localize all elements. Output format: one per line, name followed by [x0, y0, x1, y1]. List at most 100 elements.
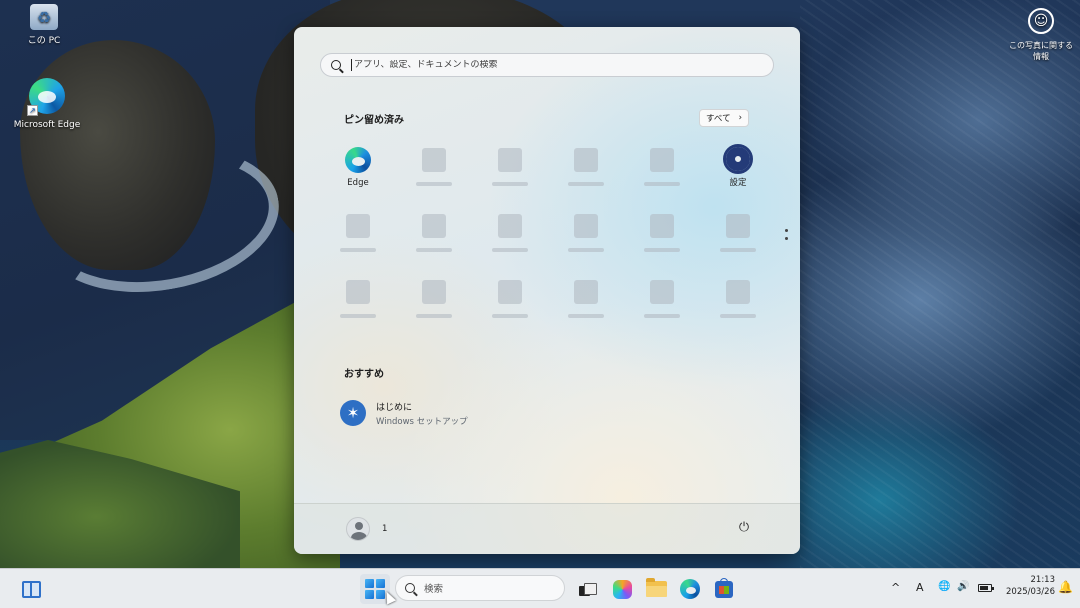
store-button[interactable] [709, 574, 739, 604]
search-icon [331, 60, 341, 70]
placeholder-app-icon [574, 214, 598, 238]
photo-info-badge[interactable]: ☺ この写真に関する 情報 [1003, 8, 1079, 62]
pinned-app-placeholder[interactable] [548, 277, 624, 335]
pinned-app-placeholder[interactable] [548, 211, 624, 269]
pinned-page-indicator[interactable] [785, 229, 788, 240]
all-apps-button[interactable]: すべて › [699, 109, 749, 127]
placeholder-label [644, 248, 680, 252]
placeholder-app-icon [650, 280, 674, 304]
system-clock[interactable]: 21:13 2025/03/26 [999, 574, 1055, 598]
placeholder-app-icon [650, 214, 674, 238]
copilot-button[interactable] [607, 574, 637, 604]
taskbar-search-box[interactable]: 検索 [395, 575, 565, 601]
edge-icon [345, 147, 371, 173]
placeholder-label [720, 248, 756, 252]
placeholder-app-icon [346, 214, 370, 238]
placeholder-label [568, 248, 604, 252]
power-button[interactable]: ⏻ [735, 518, 753, 536]
power-icon: ⏻ [738, 519, 750, 535]
recommended-item-text: はじめに Windows セットアップ [376, 400, 468, 427]
desktop-icon-label: Microsoft Edge [13, 120, 81, 130]
pinned-apps-grid: Edge 設定 [320, 144, 776, 325]
clock-time: 21:13 [1030, 575, 1056, 585]
pinned-app-placeholder[interactable] [320, 211, 396, 269]
pinned-app-placeholder[interactable] [396, 145, 472, 203]
desktop-icon-this-pc[interactable]: ♻ この PC [12, 4, 76, 46]
battery-indicator[interactable] [978, 584, 994, 592]
pinned-app-edge[interactable]: Edge [320, 145, 396, 203]
placeholder-app-icon [498, 280, 522, 304]
placeholder-label [720, 314, 756, 318]
pinned-app-placeholder[interactable] [700, 211, 776, 269]
pinned-title: ピン留め済み [344, 115, 404, 126]
all-apps-label: すべて [706, 114, 731, 124]
text-caret [351, 59, 352, 71]
pinned-app-placeholder[interactable] [320, 277, 396, 335]
placeholder-app-icon [574, 280, 598, 304]
tray-overflow-chevron-icon[interactable]: ^ [891, 581, 900, 594]
recommended-item-get-started[interactable]: ✶ はじめに Windows セットアップ [340, 397, 560, 429]
start-search-input[interactable] [354, 60, 754, 70]
task-view-button[interactable] [572, 574, 602, 604]
widgets-icon [21, 580, 41, 598]
photo-info-line1: この写真に関する [1009, 41, 1073, 50]
pinned-app-placeholder[interactable] [700, 277, 776, 335]
recommended-item-title: はじめに [376, 402, 413, 413]
pinned-app-placeholder[interactable] [396, 277, 472, 335]
placeholder-label [340, 314, 376, 318]
placeholder-app-icon [726, 214, 750, 238]
pinned-app-placeholder[interactable] [624, 211, 700, 269]
notification-bell-icon[interactable]: 🔔 [1058, 580, 1073, 594]
placeholder-label [568, 314, 604, 318]
battery-icon [978, 584, 994, 592]
placeholder-label [492, 248, 528, 252]
placeholder-app-icon [574, 148, 598, 172]
file-explorer-button[interactable] [641, 574, 671, 604]
widgets-button[interactable] [16, 574, 46, 604]
placeholder-app-icon [650, 148, 674, 172]
user-name[interactable]: 1 [382, 524, 387, 534]
task-view-icon [579, 582, 597, 596]
accessibility-icon: ☺ [1028, 8, 1054, 34]
copilot-icon [612, 579, 632, 599]
network-globe-icon[interactable]: 🌐 [938, 581, 950, 592]
page-dot [785, 229, 788, 232]
placeholder-label [492, 314, 528, 318]
pinned-app-placeholder[interactable] [472, 145, 548, 203]
page-dot [785, 237, 788, 240]
placeholder-label [416, 182, 452, 186]
pinned-app-placeholder[interactable] [396, 211, 472, 269]
placeholder-app-icon [422, 148, 446, 172]
chevron-right-icon: › [738, 113, 742, 123]
pinned-app-settings[interactable]: 設定 [700, 144, 776, 203]
store-icon [715, 577, 733, 598]
pinned-app-placeholder[interactable] [548, 145, 624, 203]
recommended-item-subtitle: Windows セットアップ [376, 416, 468, 427]
placeholder-label [416, 248, 452, 252]
start-search-box[interactable] [320, 53, 774, 77]
desktop-icon-edge[interactable]: ↗ Microsoft Edge [12, 78, 82, 130]
volume-icon[interactable]: 🔊 [957, 581, 969, 592]
windows-start-icon [365, 579, 385, 599]
pinned-app-placeholder[interactable] [624, 277, 700, 335]
taskbar: 検索 ^ A 🌐 🔊 21:13 2025/03/26 🔔 [0, 568, 1080, 608]
desktop-icon-label: この PC [27, 36, 61, 46]
edge-taskbar-button[interactable] [675, 574, 705, 604]
pinned-app-placeholder[interactable] [472, 277, 548, 335]
user-avatar[interactable] [346, 517, 370, 541]
pinned-app-placeholder[interactable] [472, 211, 548, 269]
folder-icon [645, 578, 667, 597]
placeholder-label [340, 248, 376, 252]
placeholder-app-icon [422, 280, 446, 304]
placeholder-label [644, 182, 680, 186]
wallpaper-water-ripples [800, 0, 1080, 568]
photo-info-line2: 情報 [1033, 52, 1049, 61]
placeholder-app-icon [346, 280, 370, 304]
placeholder-app-icon [726, 280, 750, 304]
ime-indicator[interactable]: A [916, 581, 924, 594]
pinned-app-placeholder[interactable] [624, 145, 700, 203]
pinned-app-label: 設定 [729, 178, 747, 188]
taskbar-search-placeholder: 検索 [424, 584, 444, 595]
placeholder-label [492, 182, 528, 186]
recommended-title: おすすめ [344, 369, 384, 380]
